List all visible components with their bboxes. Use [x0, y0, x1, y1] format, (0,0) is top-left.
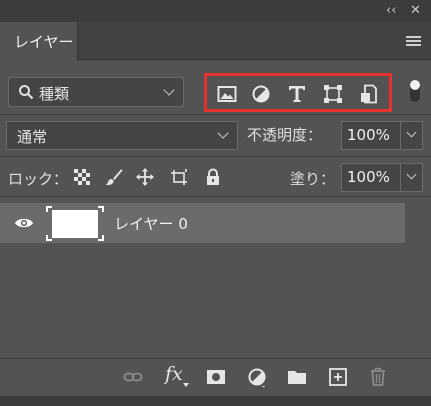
layer-thumbnail [46, 206, 104, 241]
layers-list: レイヤー 0 [0, 196, 431, 358]
smart-object-filter-icon[interactable] [359, 84, 379, 104]
lock-position-icon[interactable] [136, 168, 154, 186]
double-chevron-left-icon[interactable]: ‹‹ [386, 3, 396, 19]
lock-artboard-icon[interactable] [170, 168, 188, 186]
opacity-field[interactable]: 100% [341, 121, 423, 150]
eye-icon[interactable] [14, 215, 34, 231]
blend-row: 通常 不透明度： 100% [0, 120, 431, 152]
divider [0, 114, 431, 115]
tab-layers-label: レイヤー [14, 33, 74, 51]
fill-value: 100% [347, 168, 390, 186]
lock-label: ロック： [8, 170, 69, 188]
close-icon[interactable]: ✕ [410, 3, 421, 19]
layer-thumbnail-image [52, 210, 98, 238]
blend-mode-label: 通常 [17, 128, 48, 146]
thumbnail-corner [98, 206, 104, 212]
fill-dropdown-button[interactable] [400, 164, 422, 191]
layer-name: レイヤー 0 [114, 215, 188, 233]
thumbnail-corner [46, 206, 52, 212]
shape-filter-icon[interactable] [323, 84, 343, 104]
lock-row: ロック： 塗り： 100% [0, 160, 431, 196]
chevron-down-icon [406, 127, 417, 138]
opacity-dropdown-button[interactable] [400, 122, 422, 149]
panel-title-bar: ‹‹ ✕ [0, 0, 431, 22]
lock-all-icon[interactable] [204, 168, 222, 186]
fill-field[interactable]: 100% [341, 163, 423, 192]
fill-label: 塗り： [290, 170, 336, 188]
blend-mode-select[interactable]: 通常 [6, 121, 238, 150]
chevron-down-icon [217, 127, 229, 139]
image-filter-icon[interactable] [217, 84, 237, 104]
chevron-down-icon [406, 169, 417, 180]
opacity-label: 不透明度： [247, 126, 323, 144]
layers-bottom-toolbar: fx [0, 358, 431, 396]
tab-bar: レイヤー [0, 22, 431, 61]
new-layer-icon[interactable] [328, 367, 348, 387]
link-icon[interactable] [123, 367, 143, 387]
opacity-value: 100% [347, 126, 390, 144]
fx-icon[interactable]: fx [165, 363, 183, 385]
tab-layers[interactable]: レイヤー [0, 22, 78, 61]
toggle-knob [410, 80, 420, 90]
thumbnail-corner [46, 235, 52, 241]
type-filter-icon[interactable] [287, 84, 307, 104]
adjustment-layer-icon[interactable] [247, 367, 267, 387]
filter-kind-select[interactable]: 種類 [8, 77, 184, 107]
layers-panel: ‹‹ ✕ レイヤー 種類 通常 不透明度： 100% ロック： 塗り： 100%… [0, 0, 431, 406]
chevron-down-icon [163, 84, 175, 96]
folder-icon[interactable] [287, 367, 307, 387]
filter-toggle-switch[interactable] [410, 80, 420, 102]
thumbnail-corner [98, 235, 104, 241]
filter-icons-group [204, 73, 392, 112]
layer-row[interactable]: レイヤー 0 [0, 203, 405, 243]
hamburger-menu-icon[interactable] [406, 36, 421, 48]
mask-icon[interactable] [206, 367, 226, 387]
lock-transparent-pixels-icon[interactable] [73, 168, 91, 186]
resize-grip[interactable] [0, 396, 431, 406]
fx-menu-caret [183, 383, 189, 387]
divider [0, 156, 431, 157]
adjustment-filter-icon[interactable] [251, 84, 271, 104]
filter-kind-label: 種類 [39, 85, 70, 103]
lock-image-pixels-icon[interactable] [105, 168, 123, 186]
search-icon [19, 85, 34, 100]
trash-icon[interactable] [368, 367, 388, 387]
